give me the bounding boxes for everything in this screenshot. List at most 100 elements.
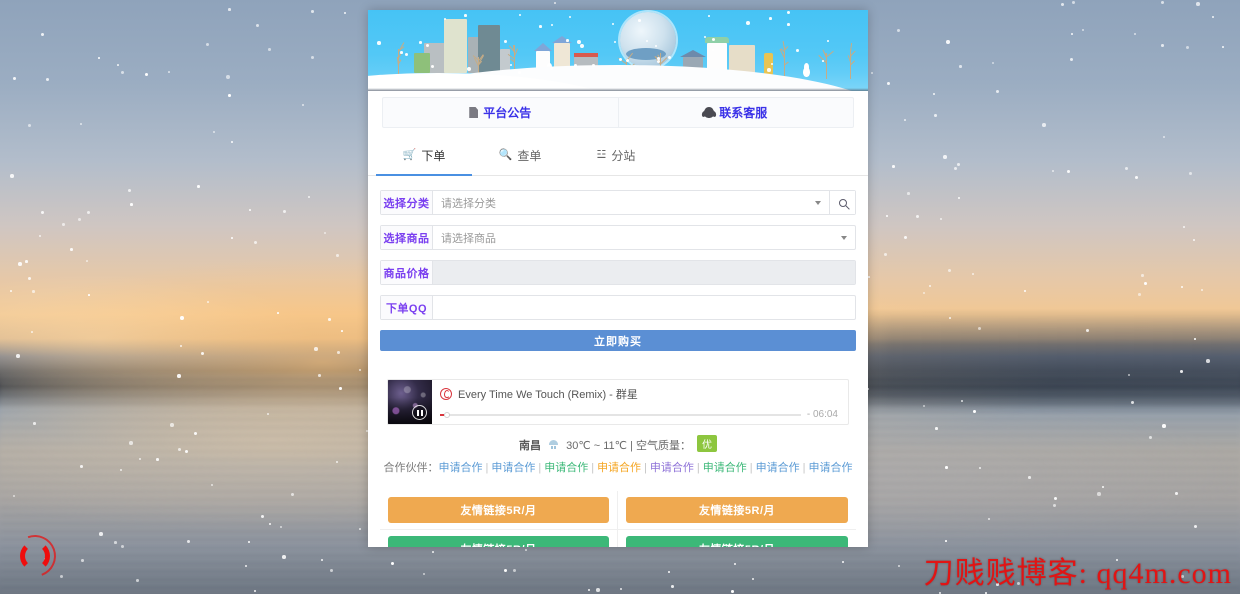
banner-snow-flake bbox=[566, 39, 569, 42]
partner-link[interactable]: 申请合作 bbox=[650, 462, 694, 474]
banner-snow-flake bbox=[668, 56, 672, 60]
tab-bar: 🛒 下单 🔍 查单 ☳ 分站 bbox=[368, 136, 868, 176]
banner-snow-flake bbox=[769, 17, 772, 20]
qq-label: 下单QQ bbox=[381, 296, 433, 319]
banner-snow-flake bbox=[746, 21, 750, 25]
player-body: Every Time We Touch (Remix) - 群星 - 06:04 bbox=[432, 380, 848, 424]
friend-link-cell: 友情链接5R/月 bbox=[618, 530, 856, 547]
category-placeholder: 请选择分类 bbox=[441, 197, 496, 210]
notice-label: 平台公告 bbox=[483, 106, 532, 120]
chevron-down-icon bbox=[815, 200, 821, 205]
banner-snow-flake bbox=[519, 14, 521, 16]
banner-tree-branch bbox=[825, 59, 827, 66]
banner-snow-flake bbox=[655, 45, 657, 47]
price-row: 商品价格 bbox=[380, 260, 856, 285]
album-art bbox=[388, 380, 432, 424]
banner-tree-branch bbox=[826, 50, 834, 58]
banner-snow-flake bbox=[504, 40, 507, 43]
partner-separator: | bbox=[644, 462, 647, 474]
category-row: 选择分类 请选择分类 bbox=[380, 190, 856, 215]
banner-snow-flake bbox=[612, 23, 615, 26]
banner-roof bbox=[534, 43, 552, 51]
tab-substation[interactable]: ☳ 分站 bbox=[568, 136, 664, 176]
friend-link-cell: 友情链接5R/月 bbox=[380, 491, 618, 530]
logo-inner-ring bbox=[20, 541, 50, 571]
banner-snow-flake bbox=[419, 41, 422, 44]
friend-link-button[interactable]: 友情链接5R/月 bbox=[626, 536, 848, 547]
banner-snow-flake bbox=[708, 15, 710, 17]
weather-city: 南昌 bbox=[518, 440, 541, 452]
partner-link[interactable]: 申请合作 bbox=[756, 462, 800, 474]
banner-building bbox=[444, 19, 467, 73]
banner-snow-flake bbox=[539, 25, 542, 28]
friend-links-grid: 友情链接5R/月友情链接5R/月友情链接5R/月友情链接5R/月 bbox=[380, 491, 856, 547]
weather-row: 南昌 30℃ ~ 11℃ | 空气质量： 优 bbox=[368, 435, 868, 453]
friend-link-button[interactable]: 友情链接5R/月 bbox=[388, 536, 609, 547]
price-label: 商品价格 bbox=[381, 261, 433, 284]
partner-separator: | bbox=[749, 462, 753, 474]
banner-roof bbox=[552, 36, 572, 43]
banner-snow-flake bbox=[614, 41, 616, 43]
partner-separator: | bbox=[802, 462, 806, 474]
banner-roof bbox=[680, 50, 706, 57]
partner-link[interactable]: 申请合作 bbox=[544, 462, 588, 474]
banner-snow-flake bbox=[767, 68, 771, 72]
partner-separator: | bbox=[696, 462, 700, 474]
partner-separator: | bbox=[538, 462, 542, 474]
banner-snow-flake bbox=[580, 44, 584, 48]
banner-snow-flake bbox=[518, 71, 521, 74]
product-select[interactable]: 请选择商品 bbox=[433, 226, 855, 249]
document-icon bbox=[469, 107, 479, 118]
banner-snow-flake bbox=[464, 14, 467, 17]
notice-label: 联系客服 bbox=[719, 106, 768, 120]
pause-button[interactable] bbox=[412, 405, 427, 420]
category-search-button[interactable] bbox=[829, 191, 855, 214]
buy-now-button[interactable]: 立即购买 bbox=[380, 330, 856, 351]
progress-knob[interactable] bbox=[444, 411, 450, 418]
product-row: 选择商品 请选择商品 bbox=[380, 225, 856, 250]
tab-label: 下单 bbox=[421, 149, 446, 163]
banner-snow-flake bbox=[638, 19, 641, 22]
player-track-title: Every Time We Touch (Remix) - 群星 bbox=[458, 389, 638, 401]
partner-link[interactable]: 申请合作 bbox=[597, 462, 641, 474]
qq-input[interactable] bbox=[433, 296, 855, 319]
page-background: 平台公告 联系客服 🛒 下单 🔍 查单 ☳ 分站 选择分类 请选择分类 选择商品… bbox=[0, 0, 1240, 594]
partners-label: 合作伙伴： bbox=[383, 462, 439, 474]
order-form: 选择分类 请选择分类 选择商品 请选择商品 商品价格 下单QQ bbox=[368, 176, 868, 320]
partner-separator: | bbox=[485, 462, 489, 474]
sitemap-icon: ☳ bbox=[596, 149, 607, 161]
app-card: 平台公告 联系客服 🛒 下单 🔍 查单 ☳ 分站 选择分类 请选择分类 选择商品… bbox=[368, 10, 868, 547]
notice-contact-support[interactable]: 联系客服 bbox=[617, 98, 854, 127]
red-ring-logo bbox=[7, 528, 63, 584]
tab-label: 分站 bbox=[611, 149, 636, 163]
banner-snow-flake bbox=[467, 67, 471, 71]
progress-slider[interactable] bbox=[440, 411, 801, 418]
friend-link-button[interactable]: 友情链接5R/月 bbox=[388, 497, 609, 523]
friend-link-cell: 友情链接5R/月 bbox=[618, 491, 856, 530]
notice-box: 平台公告 联系客服 bbox=[382, 97, 854, 128]
partner-link[interactable]: 申请合作 bbox=[438, 462, 482, 474]
friend-link-cell: 友情链接5R/月 bbox=[380, 530, 618, 547]
banner-building bbox=[414, 53, 430, 73]
partner-link[interactable]: 申请合作 bbox=[809, 462, 853, 474]
partner-link[interactable]: 申请合作 bbox=[703, 462, 747, 474]
partner-link[interactable]: 申请合作 bbox=[491, 462, 535, 474]
banner-tree bbox=[847, 43, 856, 79]
notice-bar: 平台公告 联系客服 bbox=[368, 91, 868, 136]
tab-order[interactable]: 🛒 下单 bbox=[376, 136, 472, 176]
partner-separator: | bbox=[591, 462, 595, 474]
banner-snow-flake bbox=[405, 53, 408, 56]
notice-platform-announcement[interactable]: 平台公告 bbox=[383, 98, 618, 127]
category-select[interactable]: 请选择分类 bbox=[433, 191, 829, 214]
search-icon bbox=[838, 198, 847, 207]
search-icon: 🔍 bbox=[498, 149, 513, 161]
tab-check-order[interactable]: 🔍 查单 bbox=[472, 136, 568, 176]
banner-snow-flake bbox=[400, 51, 403, 54]
friend-link-button[interactable]: 友情链接5R/月 bbox=[626, 497, 848, 523]
banner-snow-flake bbox=[569, 16, 572, 19]
weather-separator: | bbox=[630, 440, 633, 452]
product-placeholder: 请选择商品 bbox=[441, 232, 496, 245]
banner-tree bbox=[779, 41, 789, 79]
banner-snow-flake bbox=[510, 64, 513, 67]
banner-tree-branch bbox=[784, 61, 789, 66]
